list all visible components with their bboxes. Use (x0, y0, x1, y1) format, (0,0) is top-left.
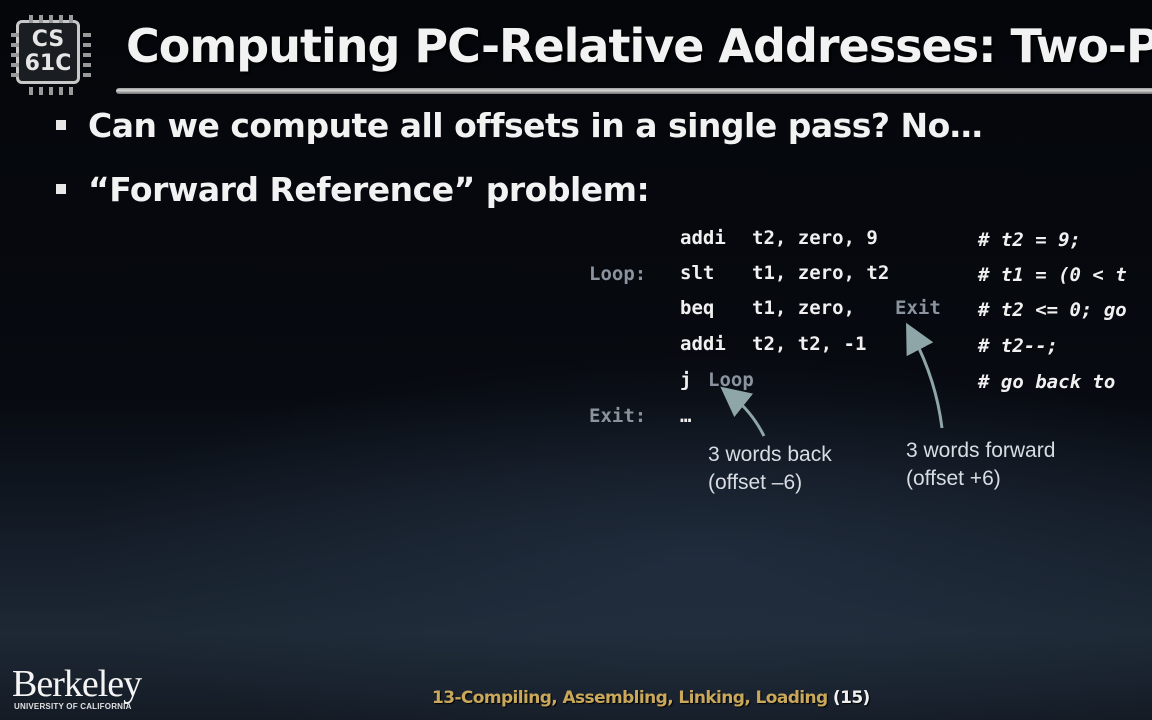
slide-title: Computing PC-Relative Addresses: Two-P (126, 19, 1152, 73)
code-args: t1, zero, (752, 297, 867, 319)
code-op: … (680, 405, 692, 427)
code-args: t1, zero, t2 (752, 262, 890, 284)
code-comment: # go back to (978, 371, 1116, 393)
code-op: addi (680, 227, 726, 249)
code-comment: # t2 <= 0; go (978, 299, 1127, 321)
code-ref-loop: Loop (708, 369, 754, 391)
slide-footer: 13-Compiling, Assembling, Linking, Loadi… (432, 686, 870, 710)
code-label-exit: Exit: (589, 405, 647, 427)
code-op: j (680, 369, 692, 391)
code-op: addi (680, 333, 726, 355)
logo-line-1: CS (31, 27, 65, 52)
bullet-square-icon (56, 119, 66, 130)
back-note-line-1: 3 words back (708, 443, 832, 466)
code-comment: # t1 = (0 < t (978, 264, 1127, 286)
bullet-item: “Forward Reference” problem: (56, 170, 650, 210)
code-op: beq (680, 297, 726, 319)
berkeley-subtitle: UNIVERSITY OF CALIFORNIA (14, 702, 132, 711)
footer-text: 13-Compiling, Assembling, Linking, Loadi… (432, 688, 828, 708)
logo-line-2: 61C (24, 51, 72, 76)
berkeley-logo: Berkeley UNIVERSITY OF CALIFORNIA (12, 664, 152, 712)
cs61c-logo: CS 61C (11, 15, 91, 95)
forward-note-line-1: 3 words forward (906, 439, 1056, 462)
code-comment: # t2 = 9; (978, 229, 1081, 251)
code-args: t2, zero, 9 (752, 227, 878, 249)
bullet-square-icon (56, 183, 66, 194)
page-number: (15) (832, 688, 870, 708)
code-op: slt (680, 262, 726, 284)
code-label-loop: Loop: (589, 263, 647, 285)
code-ref-exit: Exit (895, 297, 941, 319)
title-underline (116, 88, 1152, 94)
back-note-line-2: (offset –6) (708, 471, 803, 494)
code-args: t2, t2, -1 (752, 333, 867, 355)
bullet-text: Can we compute all offsets in a single p… (88, 106, 983, 145)
code-comment: # t2--; (978, 335, 1059, 357)
berkeley-wordmark: Berkeley (12, 663, 142, 705)
bullet-text: “Forward Reference” problem: (88, 170, 650, 209)
bullet-item: Can we compute all offsets in a single p… (56, 106, 983, 146)
forward-note-line-2: (offset +6) (906, 467, 1001, 490)
